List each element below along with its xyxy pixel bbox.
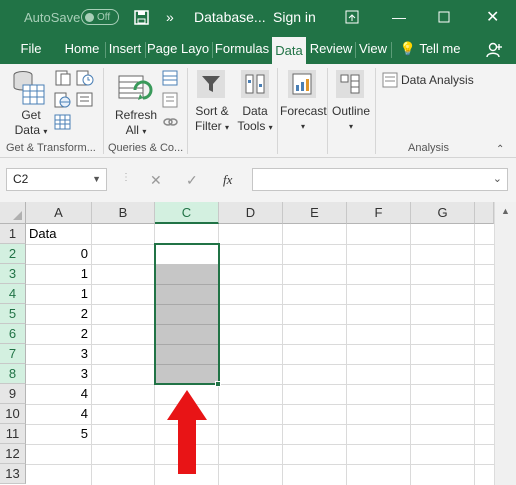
column-header-c[interactable]: C [155, 202, 219, 224]
data-tools-button[interactable]: Data Tools ▾ [234, 104, 276, 135]
tab-file[interactable]: File [14, 34, 48, 64]
group-label-get-transform: Get & Transform... [6, 142, 96, 154]
column-header-partial[interactable] [475, 202, 494, 224]
cancel-icon[interactable]: ✕ [150, 172, 162, 189]
group-label-analysis: Analysis [408, 142, 449, 154]
insert-function-icon[interactable]: fx [223, 172, 232, 188]
refresh-icon [118, 72, 154, 107]
row-header-1[interactable]: 1 [0, 224, 26, 244]
from-text-icon[interactable] [54, 70, 72, 89]
column-header-f[interactable]: F [347, 202, 411, 224]
cell-a7[interactable]: 3 [26, 344, 91, 364]
tell-me-search[interactable]: 💡 Tell me [397, 34, 463, 64]
row-header-3[interactable]: 3 [0, 264, 26, 284]
data-analysis-button[interactable]: Data Analysis [401, 73, 474, 88]
column-header-b[interactable]: B [92, 202, 155, 224]
row-header-2[interactable]: 2 [0, 244, 26, 264]
collapse-ribbon-icon[interactable]: ⌃ [496, 144, 504, 155]
file-name: Database... [194, 9, 266, 25]
refresh-all-button[interactable]: Refresh All ▾ [113, 108, 159, 139]
queries-connections-icon[interactable] [162, 70, 178, 89]
expand-formula-icon[interactable]: ⌄ [493, 172, 502, 185]
ribbon-tabs: File Home Insert Page Layout Formulas Da… [0, 34, 516, 64]
column-header-g[interactable]: G [411, 202, 475, 224]
sort-filter-button[interactable]: Sort & Filter ▾ [192, 104, 232, 135]
formula-bar: C2 ▼ ⋮ ✕ ✓ fx ⌄ [0, 158, 516, 202]
row-header-13[interactable]: 13 [0, 464, 26, 484]
data-analysis-icon [382, 72, 398, 91]
sign-in-link[interactable]: Sign in [273, 0, 316, 34]
row-header-7[interactable]: 7 [0, 344, 26, 364]
lightbulb-icon: 💡 [399, 41, 416, 56]
row-header-5[interactable]: 5 [0, 304, 26, 324]
scroll-up-icon[interactable]: ▲ [501, 206, 510, 216]
worksheet-grid: A B C D E F G 1 2 3 4 5 6 7 8 9 10 11 12… [0, 202, 516, 485]
chevron-down-icon[interactable]: ▼ [92, 169, 101, 190]
ribbon: Get Data ▾ Get & Transform... Refresh Al… [0, 64, 516, 158]
from-web-icon[interactable] [54, 92, 72, 111]
existing-connections-icon[interactable] [76, 92, 94, 111]
properties-icon[interactable] [162, 92, 178, 111]
fill-handle[interactable] [215, 381, 221, 387]
share-icon[interactable] [480, 34, 508, 64]
autosave-toggle[interactable]: Off [81, 0, 119, 34]
cell-a10[interactable]: 4 [26, 404, 91, 424]
red-arrow-annotation [167, 390, 207, 474]
cell-a8[interactable]: 3 [26, 364, 91, 384]
selection-border [154, 243, 220, 385]
cell-a2[interactable]: 0 [26, 244, 91, 264]
outline-icon [336, 70, 364, 101]
column-header-d[interactable]: D [219, 202, 283, 224]
tab-insert[interactable]: Insert [107, 34, 143, 64]
maximize-icon[interactable] [438, 0, 450, 34]
outline-button[interactable]: Outline ▾ [330, 104, 372, 134]
title-bar: AutoSave Off » Database... Sign in — ✕ [0, 0, 516, 34]
row-header-11[interactable]: 11 [0, 424, 26, 444]
cell-a3[interactable]: 1 [26, 264, 91, 284]
forecast-icon [288, 70, 316, 101]
get-data-button[interactable]: Get Data ▾ [14, 108, 48, 139]
filter-icon [197, 70, 225, 101]
cell-a6[interactable]: 2 [26, 324, 91, 344]
column-header-e[interactable]: E [283, 202, 347, 224]
cell-a5[interactable]: 2 [26, 304, 91, 324]
name-box[interactable]: C2 ▼ [6, 168, 107, 191]
tab-data[interactable]: Data [272, 37, 306, 64]
row-header-9[interactable]: 9 [0, 384, 26, 404]
autosave-label: AutoSave [24, 9, 81, 25]
row-header-6[interactable]: 6 [0, 324, 26, 344]
tab-formulas[interactable]: Formulas [214, 34, 270, 64]
cell-a4[interactable]: 1 [26, 284, 91, 304]
from-table-icon[interactable] [54, 114, 72, 133]
cell-a1[interactable]: Data [26, 224, 91, 244]
row-header-12[interactable]: 12 [0, 444, 26, 464]
tab-review[interactable]: Review [309, 34, 353, 64]
select-all-button[interactable] [0, 202, 26, 224]
row-header-8[interactable]: 8 [0, 364, 26, 384]
enter-icon[interactable]: ✓ [186, 172, 198, 189]
group-label-queries: Queries & Co... [108, 142, 184, 154]
database-icon [12, 70, 46, 109]
forecast-button[interactable]: Forecast ▾ [280, 104, 327, 134]
recent-sources-icon[interactable] [76, 70, 94, 89]
column-header-a[interactable]: A [26, 202, 92, 224]
tab-home[interactable]: Home [62, 34, 102, 64]
cell-a9[interactable]: 4 [26, 384, 91, 404]
tab-page-layout[interactable]: Page Layout [147, 34, 210, 64]
row-header-4[interactable]: 4 [0, 284, 26, 304]
ribbon-display-icon[interactable] [345, 0, 359, 34]
vertical-scrollbar[interactable]: ▲ [494, 202, 516, 485]
save-icon[interactable] [134, 0, 149, 34]
drag-handle-icon[interactable]: ⋮ [121, 172, 131, 183]
edit-links-icon[interactable] [162, 114, 178, 133]
data-tools-icon [241, 70, 269, 101]
minimize-icon[interactable]: — [392, 0, 406, 34]
formula-input[interactable]: ⌄ [252, 168, 508, 191]
row-header-10[interactable]: 10 [0, 404, 26, 424]
more-commands-icon[interactable]: » [166, 0, 174, 34]
close-icon[interactable]: ✕ [486, 0, 499, 34]
tab-view[interactable]: View [357, 34, 389, 64]
cell-a11[interactable]: 5 [26, 424, 91, 444]
